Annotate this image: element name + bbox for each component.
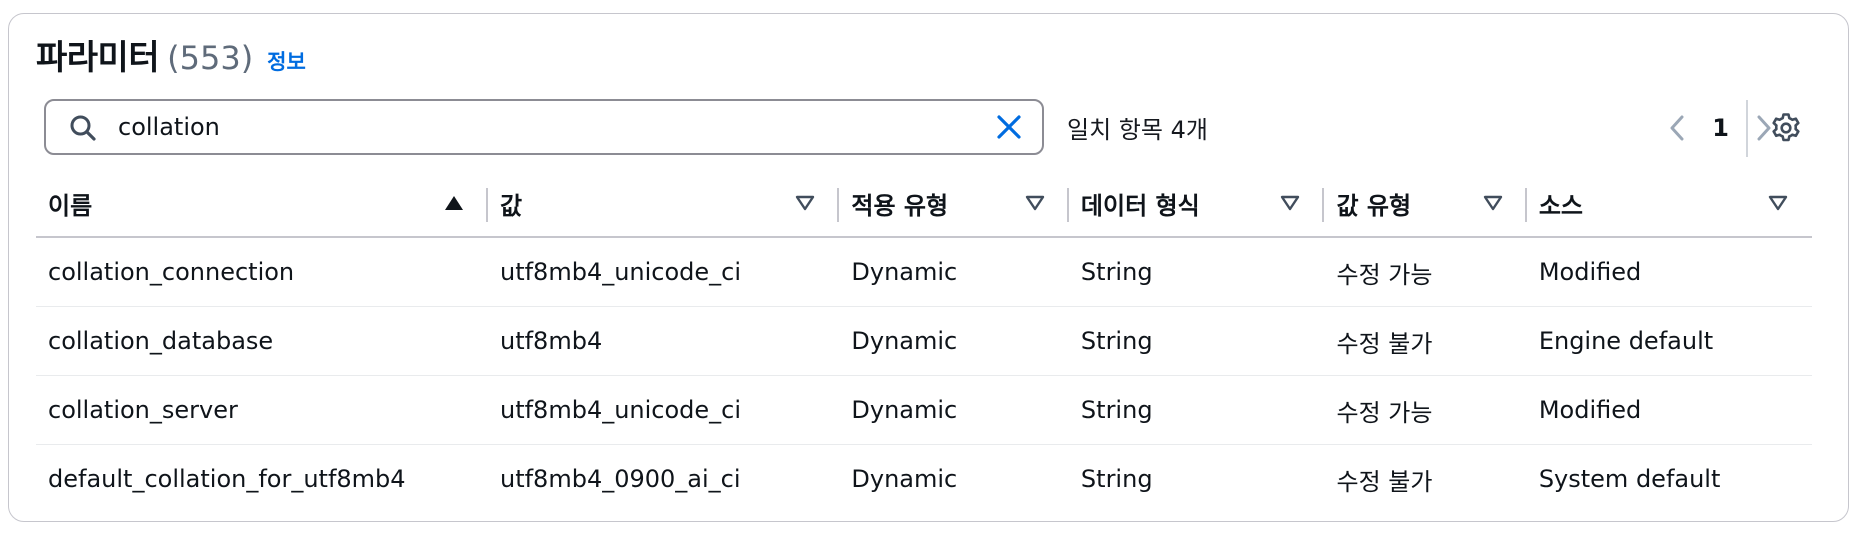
table-row[interactable]: collation_database utf8mb4 Dynamic Strin… <box>36 306 1812 376</box>
column-header-source[interactable]: 소스 <box>1526 170 1812 238</box>
parameter-count: (553) <box>167 39 254 77</box>
parameters-table: 이름 값 적용 유형 데이터 형식 값 유형 소스 collation_conn… <box>36 170 1812 513</box>
column-header-value-type[interactable]: 값 유형 <box>1324 170 1527 238</box>
cell-apply-type: Dynamic <box>839 306 1069 376</box>
column-label: 이름 <box>48 191 93 220</box>
sort-descending-outline-icon[interactable] <box>1768 195 1788 211</box>
cell-source: Modified <box>1526 237 1812 307</box>
sort-descending-outline-icon[interactable] <box>1280 195 1300 211</box>
cell-name: collation_server <box>36 375 488 445</box>
search-icon <box>70 115 96 141</box>
table-row[interactable]: default_collation_for_utf8mb4 utf8mb4_09… <box>36 445 1812 514</box>
sort-descending-outline-icon[interactable] <box>1025 195 1045 211</box>
column-label: 값 유형 <box>1336 191 1412 220</box>
panel-header: 파라미터 (553) 정보 <box>36 30 306 90</box>
cell-value-type: 수정 불가 <box>1324 306 1527 376</box>
sort-descending-outline-icon[interactable] <box>1483 195 1503 211</box>
column-label: 소스 <box>1538 191 1583 220</box>
pagination: 1 <box>1664 108 1777 148</box>
cell-data-type: String <box>1068 306 1325 376</box>
column-label: 데이터 형식 <box>1080 191 1200 220</box>
cell-source: Modified <box>1526 375 1812 445</box>
page-title: 파라미터 <box>36 38 160 78</box>
table-header-row: 이름 값 적용 유형 데이터 형식 값 유형 소스 <box>36 170 1812 238</box>
gear-icon[interactable] <box>1770 112 1802 144</box>
cell-source: Engine default <box>1526 306 1812 376</box>
search-input[interactable] <box>110 109 986 145</box>
column-header-data-type[interactable]: 데이터 형식 <box>1068 170 1325 238</box>
match-count: 일치 항목 4개 <box>1067 116 1208 144</box>
cell-source: System default <box>1538 465 1721 493</box>
cell-data-type: String <box>1068 237 1325 307</box>
search-field[interactable] <box>44 99 1044 155</box>
cell-apply-type: Dynamic <box>839 237 1069 307</box>
cell-value-type: 수정 가능 <box>1324 375 1527 445</box>
close-icon[interactable] <box>994 112 1024 142</box>
cell-data-type: String <box>1080 465 1153 493</box>
prev-page-button[interactable] <box>1664 113 1690 143</box>
cell-value: utf8mb4_0900_ai_ci <box>499 465 741 493</box>
cell-apply-type: Dynamic <box>851 465 958 493</box>
cell-name: collation_database <box>36 306 488 376</box>
sort-descending-outline-icon[interactable] <box>795 195 815 211</box>
column-header-name[interactable]: 이름 <box>36 170 488 238</box>
column-label: 적용 유형 <box>851 191 949 220</box>
current-page[interactable]: 1 <box>1712 114 1729 142</box>
table-row[interactable]: collation_connection utf8mb4_unicode_ci … <box>36 237 1812 307</box>
cell-value: utf8mb4 <box>487 306 840 376</box>
column-header-value[interactable]: 값 <box>487 170 840 238</box>
table-row[interactable]: collation_server utf8mb4_unicode_ci Dyna… <box>36 375 1812 445</box>
pager-divider <box>1746 100 1748 157</box>
cell-value-type: 수정 가능 <box>1324 237 1527 307</box>
column-label: 값 <box>499 191 523 220</box>
sort-ascending-icon[interactable] <box>444 195 464 211</box>
cell-value: utf8mb4_unicode_ci <box>487 237 840 307</box>
chevron-left-icon <box>1670 115 1684 141</box>
column-header-apply-type[interactable]: 적용 유형 <box>839 170 1069 238</box>
cell-name: default_collation_for_utf8mb4 <box>48 465 406 493</box>
info-link[interactable]: 정보 <box>267 46 306 76</box>
cell-value: utf8mb4_unicode_ci <box>487 375 840 445</box>
cell-apply-type: Dynamic <box>839 375 1069 445</box>
cell-data-type: String <box>1068 375 1325 445</box>
cell-name: collation_connection <box>36 237 488 307</box>
cell-value-type: 수정 불가 <box>1336 467 1433 496</box>
